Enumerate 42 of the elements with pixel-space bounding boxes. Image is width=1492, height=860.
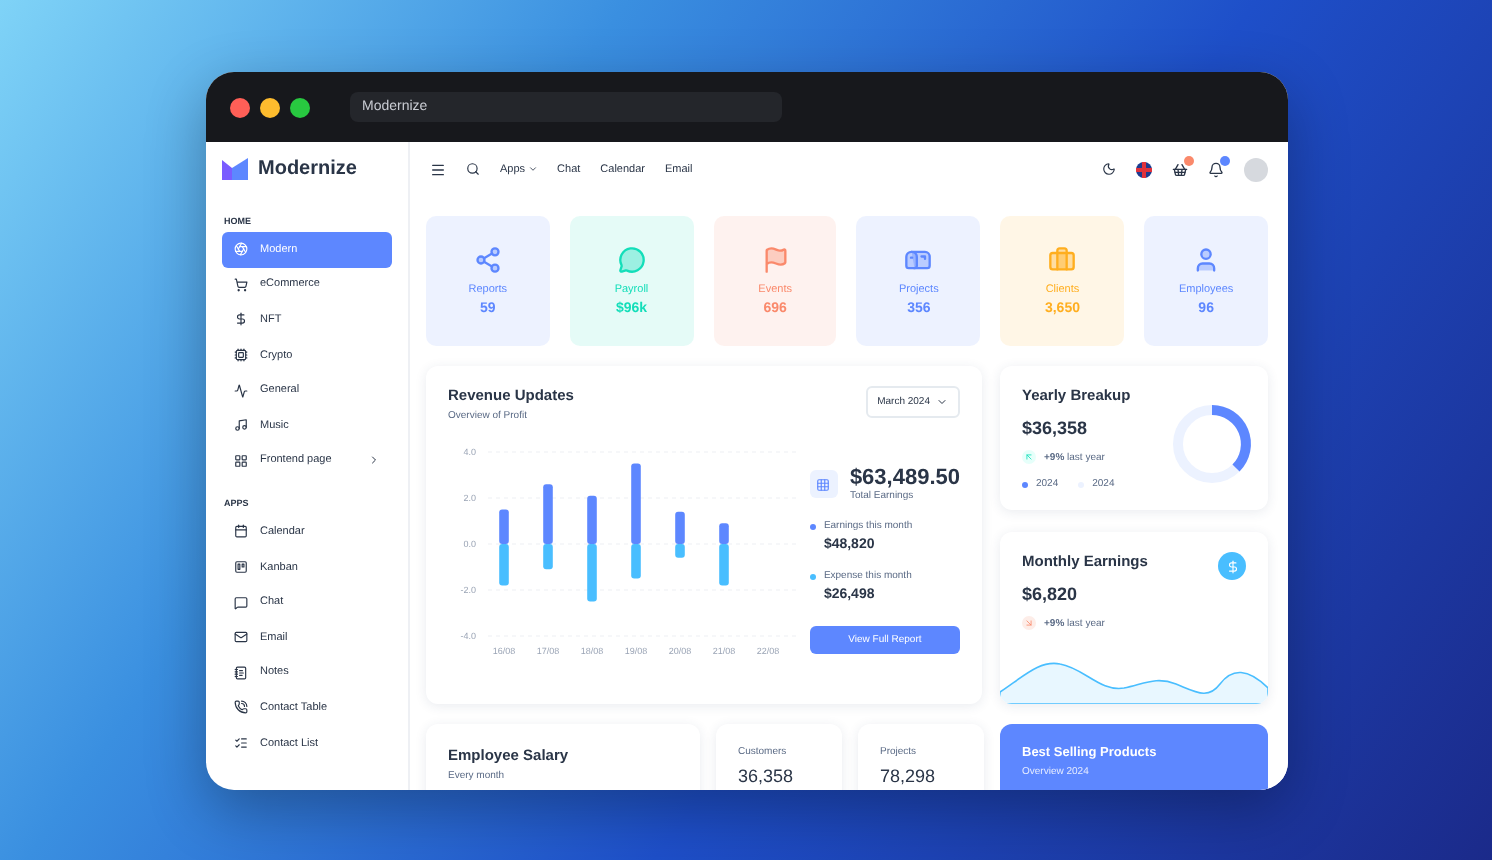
counter-value: 78,298 [880, 766, 938, 786]
stat-icon [1192, 246, 1221, 274]
caret-icon [936, 396, 948, 408]
menu-item-icon [234, 383, 248, 398]
menu-item-icon [234, 418, 248, 433]
menu-item-icon [234, 560, 248, 575]
minimize-icon[interactable] [260, 97, 280, 117]
caret-icon [527, 164, 538, 174]
grid-icon [809, 470, 838, 498]
menu-item-icon [234, 595, 248, 610]
menu-item-icon [234, 665, 248, 680]
logo-icon [222, 158, 248, 180]
basket-icon[interactable] [1172, 161, 1188, 177]
brand-name: Modernize [258, 158, 357, 180]
stat-icon [617, 246, 646, 274]
menu-item-icon [234, 277, 248, 292]
menu-item-icon [234, 312, 248, 327]
counter-value: 36,358 [738, 766, 796, 786]
flag-icon[interactable] [1136, 161, 1152, 177]
search-icon[interactable] [466, 162, 480, 176]
menu-item-icon [234, 524, 248, 539]
donut-chart-drawing [1170, 402, 1254, 486]
dollar-icon [1218, 552, 1246, 580]
stat-icon [761, 246, 790, 274]
menu-item-icon [234, 453, 248, 468]
menu-icon[interactable] [430, 161, 446, 177]
card-value: $6,820 [1022, 584, 1080, 604]
stat-icon [904, 246, 933, 274]
card-value: $36,358 [1022, 418, 1090, 438]
bell-icon[interactable] [1208, 161, 1224, 177]
close-icon[interactable] [230, 97, 250, 117]
stat-icon [1048, 246, 1077, 274]
stat-icon [473, 246, 502, 274]
total-earnings-value: $63,489.50 [849, 466, 960, 490]
menu-item-icon [234, 736, 248, 751]
chevron-right-icon [368, 454, 380, 467]
maximize-icon[interactable] [290, 97, 310, 117]
moon-icon[interactable] [1102, 162, 1116, 176]
menu-item-icon [234, 630, 248, 645]
menu-item-icon [234, 348, 248, 363]
menu-item-icon [234, 700, 248, 715]
menu-item-icon [234, 242, 248, 257]
